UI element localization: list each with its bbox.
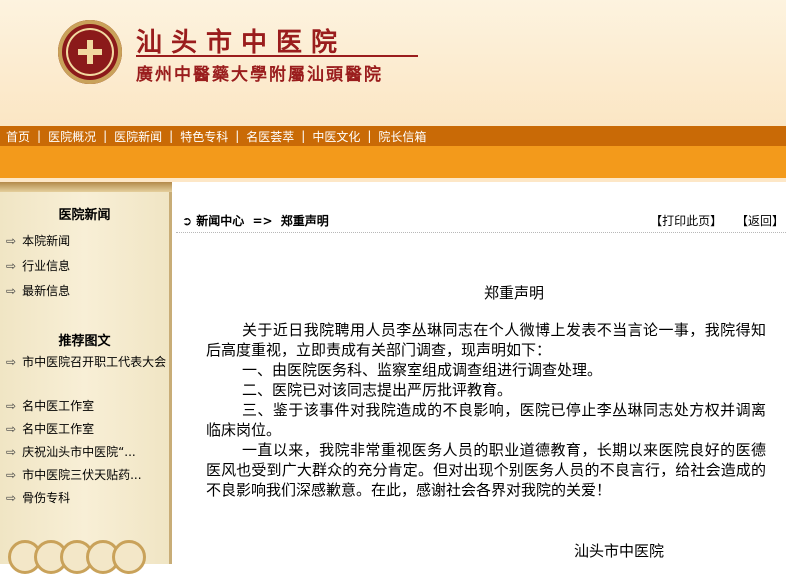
hospital-logo-icon [58,20,122,84]
breadcrumb-current: 郑重声明 [280,214,329,228]
sidebar-rec-item[interactable]: ⇨ 市中医院召开职工代表大会 [0,352,168,372]
print-button[interactable]: 【打印此页】 [650,214,722,228]
breadcrumb: ➲ 新闻中心 => 郑重声明 [182,212,329,229]
nav-item-culture[interactable]: 中医文化 [312,128,360,145]
article-paragraph: 关于近日我院聘用人员李丛琳同志在个人微博上发表不当言论一事，我院得知后高度重视，… [206,321,766,359]
nav-separator: | [103,129,108,143]
nav-item-mailbox[interactable]: 院长信箱 [378,128,426,145]
sidebar-item-label: 行业信息 [22,259,71,273]
article-body: 关于近日我院聘用人员李丛琳同志在个人微博上发表不当言论一事，我院得知后高度重视，… [206,320,766,500]
sidebar-item-label: 庆祝汕头市中医院“... [22,445,136,459]
circular-arrow-icon: ➲ [182,214,193,228]
scroll-cap [0,182,172,192]
nav-separator: | [301,129,306,143]
nav-separator: | [367,129,372,143]
sidebar-item-industry-info[interactable]: ⇨ 行业信息 [6,257,70,274]
header-divider [136,55,418,57]
article-paragraph: 一、由医院医务科、监察室组成调查组进行调查处理。 [242,361,603,379]
sidebar-rec-item[interactable]: ⇨ 庆祝汕头市中医院“... [6,443,136,460]
sidebar-item-label: 市中医院召开职工代表大会 [22,355,167,369]
hospital-name: 汕头市中医院 [136,28,347,58]
arrow-icon: ⇨ [6,468,17,482]
cloud-ornament-icon [8,528,158,574]
arrow-icon: ⇨ [6,491,17,505]
sidebar-rec-item[interactable]: ⇨ 市中医院三伏天贴药... [6,466,142,483]
sidebar-item-label: 市中医院三伏天贴药... [22,468,142,482]
nav-item-doctors[interactable]: 名医荟萃 [246,128,294,145]
nav-separator: | [169,129,174,143]
sidebar-item-latest-info[interactable]: ⇨ 最新信息 [6,282,70,299]
sidebar-item-label: 最新信息 [22,284,71,298]
arrow-icon: ⇨ [6,445,17,459]
article-paragraph: 二、医院已对该同志提出严厉批评教育。 [242,381,513,399]
breadcrumb-section[interactable]: 新闻中心 [196,214,244,228]
sidebar-rec-item[interactable]: ⇨ 骨伤专科 [6,489,70,506]
arrow-icon: ⇨ [6,284,17,298]
breadcrumb-arrow: => [252,214,273,228]
sidebar-item-label: 名中医工作室 [22,399,95,413]
main-nav: 首页 | 医院概况 | 医院新闻 | 特色专科 | 名医荟萃 | 中医文化 | … [0,126,786,146]
site-header: 汕头市中医院 廣州中醫藥大學附屬汕頭醫院 [0,0,786,126]
arrow-icon: ⇨ [6,355,17,369]
hospital-subtitle: 廣州中醫藥大學附屬汕頭醫院 [136,65,383,85]
page-actions: 【打印此页】 【返回】 [640,212,784,229]
sidebar-item-label: 名中医工作室 [22,422,95,436]
main-content: ➲ 新闻中心 => 郑重声明 【打印此页】 【返回】 郑重声明 关于近日我院聘用… [172,182,786,564]
nav-item-specialties[interactable]: 特色专科 [180,128,228,145]
nav-item-about[interactable]: 医院概况 [48,128,96,145]
nav-item-home[interactable]: 首页 [6,128,30,145]
arrow-icon: ⇨ [6,399,17,413]
article-paragraph: 一直以来，我院非常重视医务人员的职业道德教育，长期以来医院良好的医德医风也受到广… [206,441,766,499]
sidebar-item-label: 骨伤专科 [22,491,71,505]
nav-item-news[interactable]: 医院新闻 [114,128,162,145]
article-signature: 汕头市中医院 [574,542,665,560]
sidebar-item-label: 本院新闻 [22,234,71,248]
sidebar-recommend-title: 推荐图文 [58,334,111,349]
arrow-icon: ⇨ [6,234,17,248]
article-paragraph: 三、鉴于该事件对我院造成的不良影响，医院已停止李丛琳同志处方权并调离临床岗位。 [206,401,766,439]
sidebar-news-title: 医院新闻 [58,208,111,223]
back-button[interactable]: 【返回】 [736,214,784,228]
arrow-icon: ⇨ [6,259,17,273]
nav-band [0,146,786,178]
article-title: 郑重声明 [483,284,544,302]
sidebar: 医院新闻 ⇨ 本院新闻 ⇨ 行业信息 ⇨ 最新信息 推荐图文 ⇨ 市中医院召开职工代表大… [0,182,172,574]
sidebar-rec-item[interactable]: ⇨ 名中医工作室 [6,420,94,437]
sidebar-item-hospital-news[interactable]: ⇨ 本院新闻 [6,232,70,249]
nav-separator: | [235,129,240,143]
sidebar-rec-item[interactable]: ⇨ 名中医工作室 [6,397,94,414]
arrow-icon: ⇨ [6,422,17,436]
nav-separator: | [37,129,42,143]
